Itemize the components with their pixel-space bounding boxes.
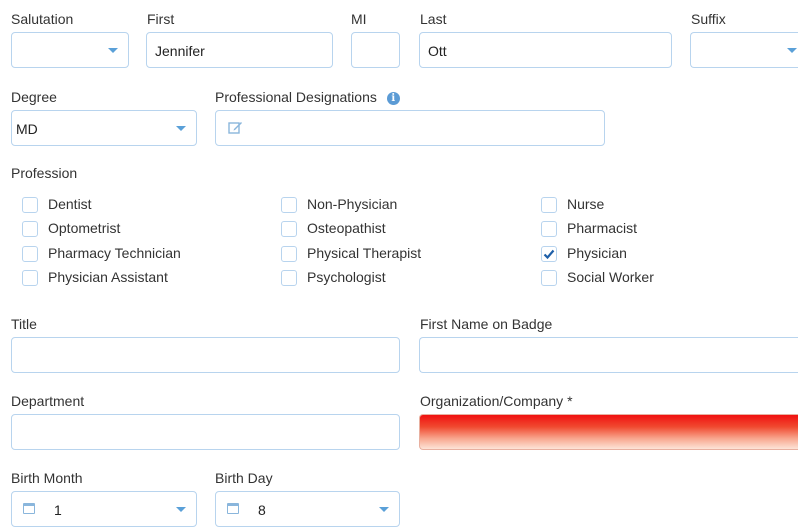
first-name-field[interactable]: Jennifer [146, 32, 333, 68]
checkbox-social-worker[interactable] [541, 270, 557, 286]
degree-select[interactable]: MD [11, 110, 197, 146]
chevron-down-icon [787, 48, 797, 53]
chevron-down-icon [108, 48, 118, 53]
birth-day-label: Birth Day [215, 470, 273, 486]
designations-label-group: Professional Designations i [215, 89, 400, 105]
salutation-label: Salutation [11, 11, 74, 27]
suffix-select[interactable] [690, 32, 798, 68]
edit-icon [228, 120, 243, 140]
info-icon[interactable]: i [386, 92, 400, 105]
checkbox-label-optometrist[interactable]: Optometrist [48, 220, 120, 236]
checkbox-physician-assistant[interactable] [22, 270, 38, 286]
checkmark-icon [543, 249, 555, 260]
checkbox-label-non-physician[interactable]: Non-Physician [307, 196, 397, 212]
checkbox-osteopathist[interactable] [281, 221, 297, 237]
last-name-label: Last [420, 11, 447, 27]
chevron-down-icon [176, 507, 186, 512]
checkbox-label-dentist[interactable]: Dentist [48, 196, 92, 212]
chevron-down-icon [176, 126, 186, 131]
checkbox-label-osteopathist[interactable]: Osteopathist [307, 220, 386, 236]
birth-day-select[interactable]: 8 [215, 491, 400, 527]
title-label: Title [11, 316, 37, 332]
badge-name-label: First Name on Badge [420, 316, 553, 332]
last-name-field[interactable]: Ott [419, 32, 672, 68]
department-field[interactable] [11, 414, 400, 450]
checkbox-non-physician[interactable] [281, 197, 297, 213]
checkbox-physician[interactable] [541, 246, 557, 262]
designations-label: Professional Designations [215, 89, 377, 105]
birth-month-select[interactable]: 1 [11, 491, 197, 527]
checkbox-label-social-worker[interactable]: Social Worker [567, 269, 654, 285]
profession-label: Profession [11, 165, 78, 181]
first-name-value: Jennifer [155, 43, 205, 59]
checkbox-pharmacist[interactable] [541, 221, 557, 237]
degree-value: MD [16, 121, 38, 137]
checkbox-label-pharmacist[interactable]: Pharmacist [567, 220, 637, 236]
calendar-icon [23, 503, 35, 514]
department-label: Department [11, 393, 85, 409]
checkbox-label-pharmacy-technician[interactable]: Pharmacy Technician [48, 245, 181, 261]
organization-field-error[interactable] [419, 414, 798, 450]
birth-day-value: 8 [258, 502, 266, 518]
checkbox-psychologist[interactable] [281, 270, 297, 286]
chevron-down-icon [379, 507, 389, 512]
checkbox-physical-therapist[interactable] [281, 246, 297, 262]
title-field[interactable] [11, 337, 400, 373]
organization-label: Organization/Company * [420, 393, 573, 409]
suffix-label: Suffix [691, 11, 726, 27]
last-name-value: Ott [428, 43, 447, 59]
mi-field[interactable] [351, 32, 400, 68]
checkbox-label-physician[interactable]: Physician [567, 245, 627, 261]
mi-label: MI [351, 11, 367, 27]
designations-field[interactable] [215, 110, 605, 146]
salutation-select[interactable] [11, 32, 129, 68]
calendar-icon [227, 503, 239, 514]
first-name-label: First [147, 11, 175, 27]
birth-month-label: Birth Month [11, 470, 83, 486]
degree-label: Degree [11, 89, 57, 105]
checkbox-label-physical-therapist[interactable]: Physical Therapist [307, 245, 421, 261]
checkbox-label-nurse[interactable]: Nurse [567, 196, 604, 212]
checkbox-label-physician-assistant[interactable]: Physician Assistant [48, 269, 168, 285]
checkbox-nurse[interactable] [541, 197, 557, 213]
birth-month-value: 1 [54, 502, 62, 518]
checkbox-optometrist[interactable] [22, 221, 38, 237]
checkbox-dentist[interactable] [22, 197, 38, 213]
badge-name-field[interactable] [419, 337, 798, 373]
checkbox-label-psychologist[interactable]: Psychologist [307, 269, 386, 285]
checkbox-pharmacy-technician[interactable] [22, 246, 38, 262]
